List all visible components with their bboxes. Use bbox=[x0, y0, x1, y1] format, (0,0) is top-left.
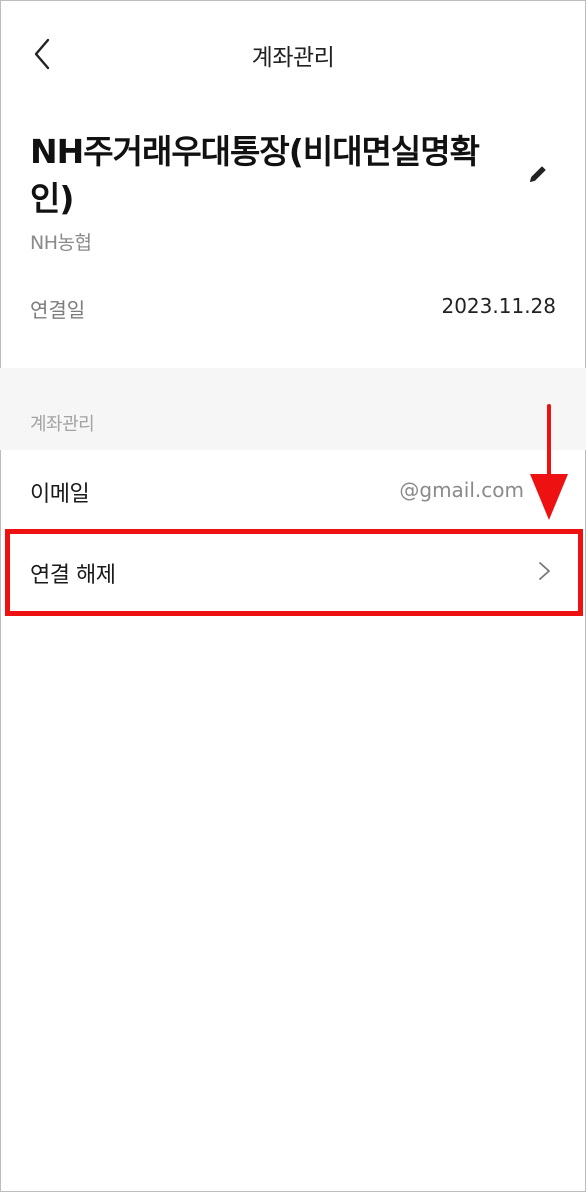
app-header: 계좌관리 bbox=[0, 0, 586, 110]
section-divider bbox=[0, 368, 586, 450]
email-label: 이메일 bbox=[30, 482, 90, 507]
linked-date-value: 2023.11.28 bbox=[441, 294, 556, 318]
edit-name-button[interactable] bbox=[522, 158, 554, 190]
bank-name: NH농협 bbox=[30, 232, 92, 254]
section-label: 계좌관리 bbox=[30, 414, 95, 435]
pencil-icon bbox=[530, 166, 546, 182]
account-name: NH주거래우대통장(비대면실명확인) bbox=[30, 132, 480, 218]
disconnect-row[interactable]: 연결 해제 bbox=[0, 531, 586, 611]
chevron-right-icon bbox=[539, 562, 550, 580]
disconnect-label: 연결 해제 bbox=[30, 563, 116, 588]
email-row: 이메일 @gmail.com bbox=[0, 450, 586, 530]
page-title: 계좌관리 bbox=[251, 45, 335, 71]
email-value: @gmail.com bbox=[399, 478, 524, 502]
linked-date-label: 연결일 bbox=[30, 298, 86, 322]
